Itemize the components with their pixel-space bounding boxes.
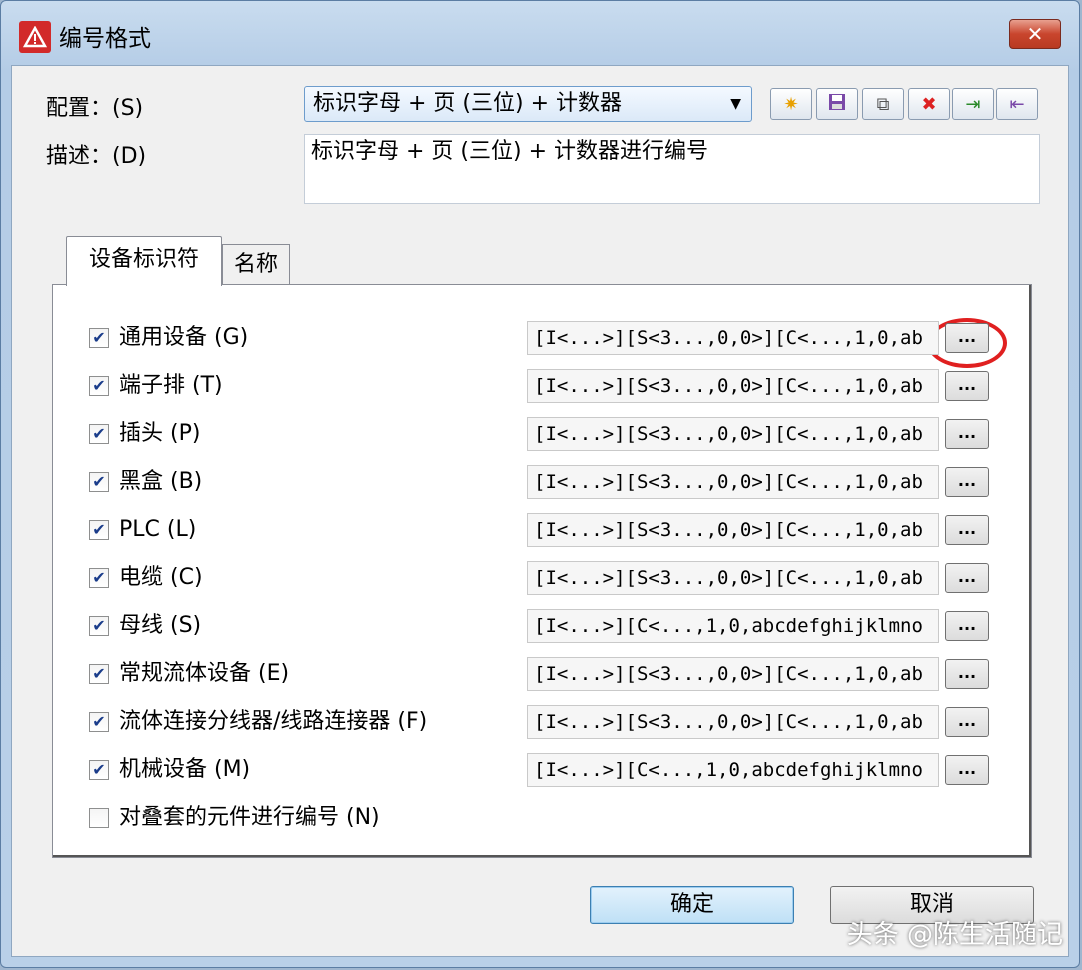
browse-button[interactable]: ... (945, 515, 989, 545)
config-dropdown[interactable]: 标识字母 + 页 (三位) + 计数器 ▼ (304, 86, 752, 122)
row-label: PLC (L) (119, 517, 197, 542)
format-field[interactable]: [I<...>][C<...,1,0,abcdefghijklmno (527, 609, 939, 643)
browse-button[interactable]: ... (945, 563, 989, 593)
browse-button[interactable]: ... (945, 419, 989, 449)
row-label: 电缆 (C) (119, 565, 203, 590)
row-checkbox[interactable]: ✔ (89, 568, 109, 588)
format-field[interactable]: [I<...>][S<3...,0,0>][C<...,1,0,ab (527, 513, 939, 547)
row-checkbox[interactable] (89, 808, 109, 828)
row-label: 对叠套的元件进行编号 (N) (119, 805, 380, 830)
row-checkbox[interactable]: ✔ (89, 376, 109, 396)
row-label: 母线 (S) (119, 613, 202, 638)
app-warning-icon (19, 21, 51, 53)
format-field[interactable]: [I<...>][S<3...,0,0>][C<...,1,0,ab (527, 657, 939, 691)
browse-button[interactable]: ... (945, 467, 989, 497)
format-field[interactable]: [I<...>][C<...,1,0,abcdefghijklmno (527, 753, 939, 787)
copy-config-button[interactable]: ⧉ (862, 88, 904, 120)
row-label: 端子排 (T) (119, 373, 223, 398)
close-button[interactable]: ✕ (1009, 19, 1061, 49)
delete-config-button[interactable]: ✖ (908, 88, 950, 120)
browse-button[interactable]: ... (945, 611, 989, 641)
row-checkbox[interactable]: ✔ (89, 664, 109, 684)
tab-device-identifier[interactable]: 设备标识符 (66, 236, 222, 286)
browse-button[interactable]: ... (945, 323, 989, 353)
browse-button[interactable]: ... (945, 371, 989, 401)
import-config-button[interactable]: ⇥ (952, 88, 994, 120)
tab-name[interactable]: 名称 (222, 244, 290, 284)
row-label: 常规流体设备 (E) (119, 661, 290, 686)
row-label: 黑盒 (B) (119, 469, 203, 494)
format-field[interactable]: [I<...>][S<3...,0,0>][C<...,1,0,ab (527, 465, 939, 499)
row-label: 流体连接分线器/线路连接器 (F) (119, 709, 428, 734)
save-icon (827, 92, 847, 117)
title-bar: 编号格式 ✕ (1, 1, 1079, 65)
format-field[interactable]: [I<...>][S<3...,0,0>][C<...,1,0,ab (527, 705, 939, 739)
export-config-button[interactable]: ⇤ (996, 88, 1038, 120)
browse-button[interactable]: ... (945, 755, 989, 785)
new-icon: ✷ (783, 93, 799, 115)
row-checkbox[interactable]: ✔ (89, 472, 109, 492)
watermark: 头条 @陈生活随记 (846, 920, 1063, 950)
row-checkbox[interactable]: ✔ (89, 328, 109, 348)
row-label: 插头 (P) (119, 421, 201, 446)
window-title: 编号格式 (59, 26, 151, 52)
chevron-down-icon: ▼ (730, 96, 741, 112)
browse-button[interactable]: ... (945, 659, 989, 689)
copy-icon: ⧉ (876, 93, 890, 115)
row-checkbox[interactable]: ✔ (89, 424, 109, 444)
format-field[interactable]: [I<...>][S<3...,0,0>][C<...,1,0,ab (527, 321, 939, 355)
import-icon: ⇥ (965, 93, 981, 115)
browse-button[interactable]: ... (945, 707, 989, 737)
format-field[interactable]: [I<...>][S<3...,0,0>][C<...,1,0,ab (527, 369, 939, 403)
export-icon: ⇤ (1009, 93, 1025, 115)
tab-panel: ✔ 通用设备 (G) [I<...>][S<3...,0,0>][C<...,1,0… (52, 284, 1032, 858)
row-checkbox[interactable]: ✔ (89, 520, 109, 540)
row-checkbox[interactable]: ✔ (89, 712, 109, 732)
dialog-body: 配置：(S) 标识字母 + 页 (三位) + 计数器 ▼ ✷ ⧉ ✖ ⇥ ⇤ 描… (11, 65, 1069, 957)
row-label: 机械设备 (M) (119, 757, 251, 782)
dialog-window: 编号格式 ✕ 配置：(S) 标识字母 + 页 (三位) + 计数器 ▼ ✷ ⧉ … (0, 0, 1080, 968)
format-field[interactable]: [I<...>][S<3...,0,0>][C<...,1,0,ab (527, 417, 939, 451)
ok-button[interactable]: 确定 (590, 886, 794, 924)
description-label: 描述：(D) (46, 144, 147, 169)
new-config-button[interactable]: ✷ (770, 88, 812, 120)
row-checkbox[interactable]: ✔ (89, 760, 109, 780)
delete-icon: ✖ (921, 93, 937, 115)
config-selected-value: 标识字母 + 页 (三位) + 计数器 (313, 91, 622, 116)
config-label: 配置：(S) (46, 96, 144, 121)
save-config-button[interactable] (816, 88, 858, 120)
row-checkbox[interactable]: ✔ (89, 616, 109, 636)
description-field[interactable]: 标识字母 + 页 (三位) + 计数器进行编号 (304, 134, 1040, 204)
row-label: 通用设备 (G) (119, 325, 249, 350)
format-field[interactable]: [I<...>][S<3...,0,0>][C<...,1,0,ab (527, 561, 939, 595)
